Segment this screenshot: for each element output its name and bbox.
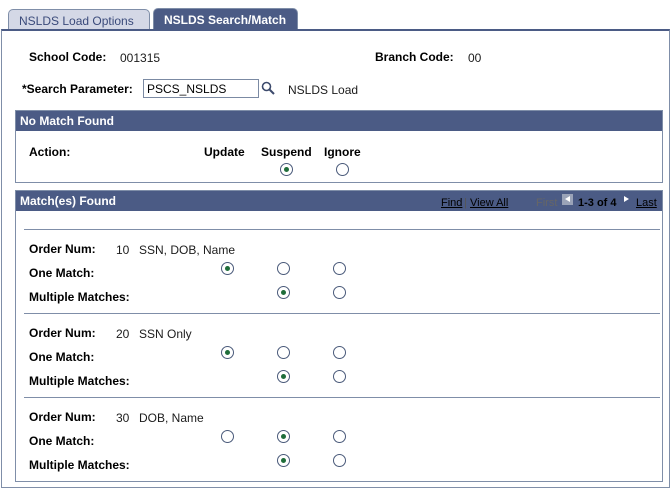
view-all-link[interactable]: View All — [470, 197, 508, 209]
row-range: 1-3 of 4 — [578, 197, 617, 209]
one-match-label: One Match: — [29, 434, 95, 448]
one-match-update-radio[interactable] — [221, 262, 234, 275]
multiple-suspend-radio[interactable] — [277, 454, 290, 467]
order-num-label: Order Num: — [29, 242, 96, 256]
row-divider — [24, 229, 660, 230]
tab-nslds-load-options[interactable]: NSLDS Load Options — [8, 9, 150, 30]
no-match-suspend-radio[interactable] — [280, 163, 293, 176]
column-suspend-header: Suspend — [261, 145, 312, 159]
multiple-matches-label: Multiple Matches: — [29, 290, 130, 304]
multiple-ignore-radio[interactable] — [333, 286, 346, 299]
order-num-value: 30 — [116, 411, 130, 425]
one-match-update-radio[interactable] — [221, 430, 234, 443]
action-label: Action: — [29, 145, 71, 159]
column-update-header: Update — [204, 145, 245, 159]
last-link[interactable]: Last — [636, 197, 657, 209]
school-code-label: School Code: — [29, 50, 107, 64]
multiple-suspend-radio[interactable] — [277, 370, 290, 383]
order-num-label: Order Num: — [29, 326, 96, 340]
order-description: SSN, DOB, Name — [139, 243, 236, 257]
one-match-label: One Match: — [29, 350, 95, 364]
multiple-ignore-radio[interactable] — [333, 370, 346, 383]
order-num-value: 20 — [116, 327, 130, 341]
row-divider — [24, 397, 660, 398]
column-ignore-header: Ignore — [324, 145, 361, 159]
tab-nslds-search-match[interactable]: NSLDS Search/Match — [153, 8, 298, 30]
one-match-ignore-radio[interactable] — [333, 430, 346, 443]
next-row-button[interactable] — [620, 194, 631, 205]
one-match-ignore-radio[interactable] — [333, 346, 346, 359]
lookup-magnifier-icon[interactable] — [261, 81, 275, 95]
one-match-label: One Match: — [29, 266, 95, 280]
one-match-update-radio[interactable] — [221, 346, 234, 359]
tab-bar: NSLDS Load Options NSLDS Search/Match — [0, 0, 672, 30]
one-match-suspend-radio[interactable] — [277, 346, 290, 359]
one-match-ignore-radio[interactable] — [333, 262, 346, 275]
branch-code-value: 00 — [468, 51, 482, 65]
order-num-value: 10 — [116, 243, 130, 257]
search-parameter-input[interactable] — [143, 79, 259, 98]
nav-separator: | — [464, 197, 467, 209]
multiple-matches-label: Multiple Matches: — [29, 458, 130, 472]
arrow-left-icon — [565, 196, 570, 202]
multiple-matches-label: Multiple Matches: — [29, 374, 130, 388]
multiple-suspend-radio[interactable] — [277, 286, 290, 299]
multiple-ignore-radio[interactable] — [333, 454, 346, 467]
order-description: SSN Only — [139, 327, 192, 341]
one-match-suspend-radio[interactable] — [277, 262, 290, 275]
one-match-suspend-radio[interactable] — [277, 430, 290, 443]
search-parameter-description: NSLDS Load — [288, 83, 359, 97]
order-description: DOB, Name — [139, 411, 204, 425]
find-link[interactable]: Find — [441, 197, 462, 209]
row-divider — [24, 313, 660, 314]
school-code-value: 001315 — [120, 51, 161, 65]
first-label: First — [536, 197, 558, 209]
no-match-title: No Match Found — [16, 111, 662, 131]
search-parameter-label: *Search Parameter: — [22, 82, 133, 96]
branch-code-label: Branch Code: — [375, 50, 454, 64]
order-num-label: Order Num: — [29, 410, 96, 424]
previous-row-button[interactable] — [562, 194, 573, 205]
no-match-ignore-radio[interactable] — [336, 163, 349, 176]
arrow-right-icon — [624, 196, 629, 202]
